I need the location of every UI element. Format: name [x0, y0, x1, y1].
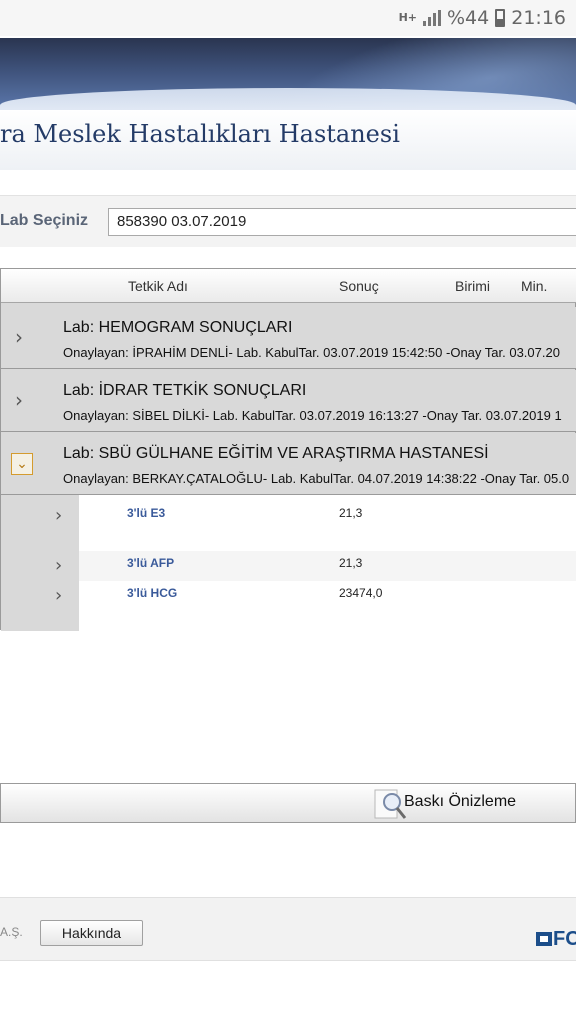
column-header-min[interactable]: Min.: [521, 278, 547, 294]
footer: A.Ş. Hakkında FO: [0, 897, 576, 961]
group-title: Lab: SBÜ GÜLHANE EĞİTİM VE ARAŞTIRMA HAS…: [63, 445, 489, 462]
test-result: 23474,0: [339, 586, 383, 600]
group-row[interactable]: › Lab: HEMOGRAM SONUÇLARI Onaylayan: İPR…: [1, 307, 576, 369]
status-bar: H+ %44 21:16: [0, 0, 576, 36]
lab-select-row: Lab Seçiniz 858390 03.07.2019: [0, 195, 576, 247]
group-subtitle: Onaylayan: SİBEL DİLKİ- Lab. KabulTar. 0…: [63, 408, 562, 423]
column-header-unit[interactable]: Birimi: [455, 278, 490, 294]
header-banner: [0, 38, 576, 113]
action-bar: Baskı Önizleme: [0, 783, 576, 823]
chevron-right-icon[interactable]: ›: [55, 505, 62, 526]
chevron-right-icon[interactable]: ›: [15, 327, 31, 347]
signal-icon: [423, 10, 441, 26]
group-subtitle: Onaylayan: BERKAY.ÇATALOĞLU- Lab. KabulT…: [63, 471, 570, 486]
chevron-right-icon[interactable]: ›: [55, 555, 62, 576]
grid-header: Tetkik Adı Sonuç Birimi Min.: [1, 269, 576, 303]
test-name[interactable]: 3'lü E3: [127, 506, 165, 520]
network-type: H+: [398, 11, 417, 24]
chevron-down-icon[interactable]: ⌄: [11, 453, 33, 475]
results-grid: Tetkik Adı Sonuç Birimi Min. › Lab: HEMO…: [0, 268, 576, 631]
battery-icon: [495, 9, 506, 27]
table-row[interactable]: › 3'lü HCG 23474,0: [1, 581, 576, 611]
battery-percent: %44: [447, 7, 490, 29]
table-row[interactable]: › 3'lü E3 21,3: [1, 501, 576, 531]
group-row-expanded[interactable]: ⌄ Lab: SBÜ GÜLHANE EĞİTİM VE ARAŞTIRMA H…: [1, 433, 576, 495]
hospital-title-bar: ra Meslek Hastalıkları Hastanesi: [0, 110, 576, 170]
group-title: Lab: HEMOGRAM SONUÇLARI: [63, 319, 293, 336]
test-result: 21,3: [339, 506, 363, 520]
test-name[interactable]: 3'lü AFP: [127, 556, 174, 570]
logo-text: FO: [553, 928, 576, 950]
print-preview-button[interactable]: Baskı Önizleme: [371, 784, 576, 822]
group-subtitle: Onaylayan: İPRAHİM DENLİ- Lab. KabulTar.…: [63, 345, 560, 360]
table-row[interactable]: › 3'lü AFP 21,3: [1, 551, 576, 581]
about-button[interactable]: Hakkında: [40, 920, 143, 946]
chevron-right-icon[interactable]: ›: [55, 585, 62, 606]
lab-select-label: Lab Seçiniz: [0, 212, 89, 229]
clock: 21:16: [511, 7, 566, 29]
lab-select-dropdown[interactable]: 858390 03.07.2019: [108, 208, 576, 236]
group-detail: › 3'lü E3 21,3 › 3'lü AFP 21,3 › 3'lü HC…: [1, 495, 576, 631]
group-title: Lab: İDRAR TETKİK SONUÇLARI: [63, 382, 307, 399]
column-header-result[interactable]: Sonuç: [339, 278, 379, 294]
print-preview-label: Baskı Önizleme: [404, 793, 517, 810]
magnifier-icon: [374, 789, 407, 819]
test-name[interactable]: 3'lü HCG: [127, 586, 177, 600]
company-suffix: A.Ş.: [0, 925, 23, 939]
group-row[interactable]: › Lab: İDRAR TETKİK SONUÇLARI Onaylayan:…: [1, 370, 576, 432]
page-title: ra Meslek Hastalıkları Hastanesi: [0, 120, 400, 148]
chevron-right-icon[interactable]: ›: [15, 390, 31, 410]
test-result: 21,3: [339, 556, 363, 570]
company-logo: FO: [534, 928, 576, 950]
column-header-test-name[interactable]: Tetkik Adı: [128, 278, 188, 294]
